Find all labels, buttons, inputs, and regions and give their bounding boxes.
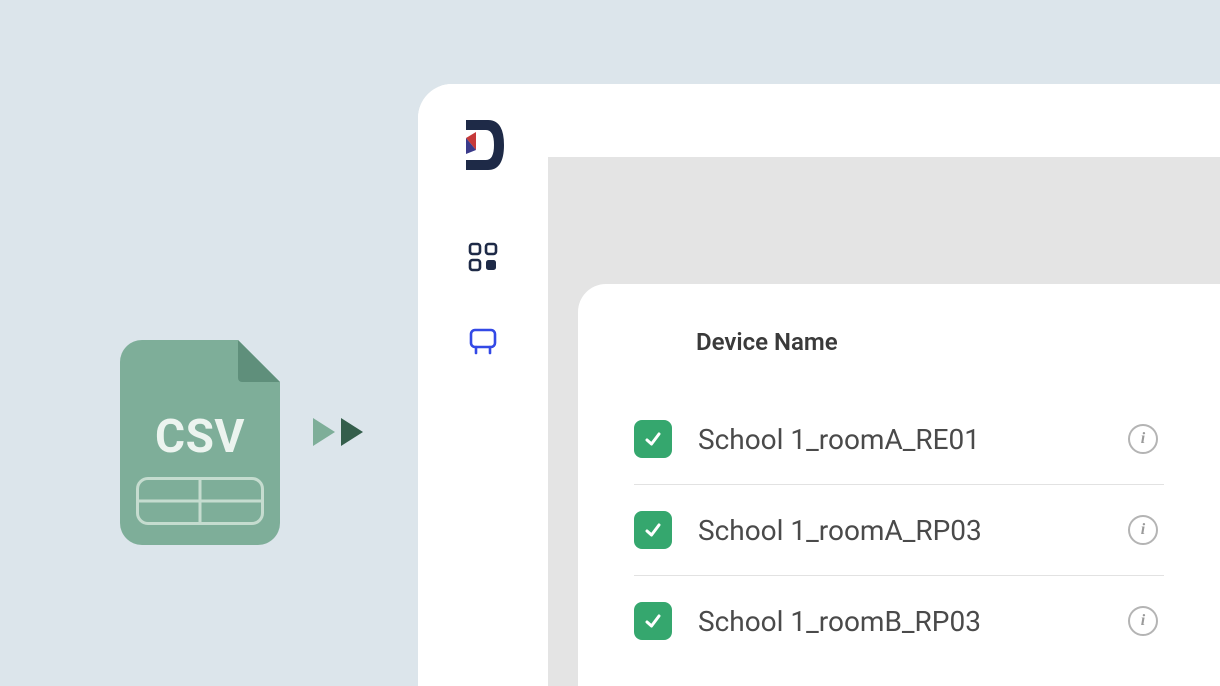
- sidebar: [418, 84, 548, 686]
- nav-devices-icon[interactable]: [468, 326, 498, 360]
- info-icon[interactable]: i: [1128, 424, 1158, 454]
- device-name-column-header: Device Name: [696, 328, 1164, 356]
- device-name: School 1_roomA_RP03: [698, 514, 1128, 547]
- info-icon[interactable]: i: [1128, 606, 1158, 636]
- device-list-card: Device Name School 1_roomA_RE01 i School…: [578, 284, 1220, 686]
- info-icon[interactable]: i: [1128, 515, 1158, 545]
- device-checkbox[interactable]: [634, 602, 672, 640]
- nav-dashboard-icon[interactable]: [468, 242, 498, 276]
- device-checkbox[interactable]: [634, 420, 672, 458]
- csv-grid-icon: [136, 477, 264, 525]
- device-checkbox[interactable]: [634, 511, 672, 549]
- app-logo: [458, 116, 508, 174]
- device-name: School 1_roomB_RP03: [698, 605, 1128, 638]
- device-name: School 1_roomA_RE01: [698, 423, 1128, 456]
- app-window: Device Name School 1_roomA_RE01 i School…: [418, 84, 1220, 686]
- csv-label: CSV: [120, 410, 280, 464]
- import-arrows-icon: [313, 418, 363, 446]
- device-row: School 1_roomA_RE01 i: [634, 394, 1164, 485]
- csv-file-icon: CSV: [120, 340, 280, 545]
- device-row: School 1_roomA_RP03 i: [634, 485, 1164, 576]
- device-row: School 1_roomB_RP03 i: [634, 576, 1164, 666]
